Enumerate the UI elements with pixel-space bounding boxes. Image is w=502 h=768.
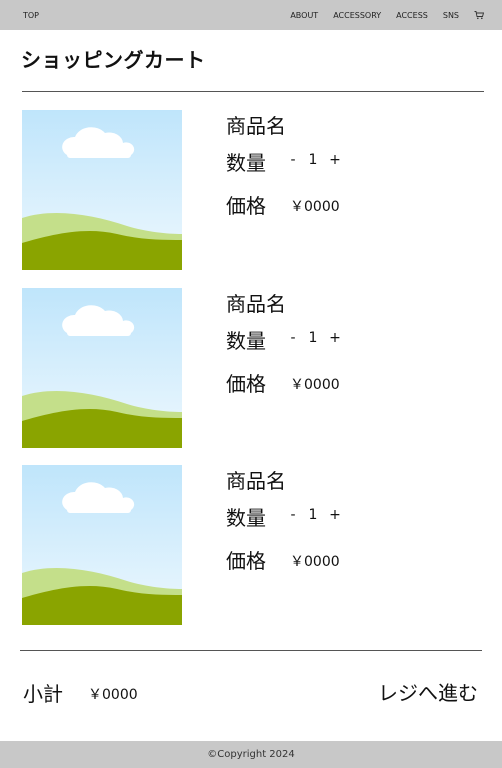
- quantity-label: 数量: [226, 329, 266, 353]
- price-label: 価格: [226, 372, 266, 396]
- subtotal-value: ￥0000: [88, 687, 138, 703]
- site-footer: ©Copyright 2024: [0, 741, 502, 768]
- copyright-text: ©Copyright 2024: [207, 749, 295, 760]
- quantity-value: 1: [308, 152, 318, 168]
- cart-item: 商品名 数量 - 1 + 価格 ￥0000: [22, 288, 482, 448]
- cart-item: 商品名 数量 - 1 + 価格 ￥0000: [22, 465, 482, 625]
- nav-about-link[interactable]: ABOUT: [290, 11, 318, 20]
- price-label: 価格: [226, 194, 266, 218]
- quantity-decrease-button[interactable]: -: [288, 330, 298, 346]
- product-image: [22, 465, 182, 625]
- quantity-value: 1: [308, 507, 318, 523]
- price-value: ￥0000: [290, 199, 340, 215]
- product-name: 商品名: [226, 292, 286, 316]
- page-title: ショッピングカート: [21, 48, 206, 72]
- subtotal-label: 小計: [23, 682, 63, 706]
- quantity-label: 数量: [226, 151, 266, 175]
- quantity-decrease-button[interactable]: -: [288, 152, 298, 168]
- quantity-increase-button[interactable]: +: [329, 507, 341, 523]
- product-image: [22, 110, 182, 270]
- quantity-increase-button[interactable]: +: [329, 330, 341, 346]
- site-header: TOP ABOUT ACCESSORY ACCESS SNS: [0, 0, 502, 30]
- divider: [22, 91, 484, 92]
- nav-accessory-link[interactable]: ACCESSORY: [333, 11, 381, 20]
- product-name: 商品名: [226, 469, 286, 493]
- quantity-decrease-button[interactable]: -: [288, 507, 298, 523]
- divider: [20, 650, 482, 651]
- cart-item: 商品名 数量 - 1 + 価格 ￥0000: [22, 110, 482, 270]
- nav-sns-link[interactable]: SNS: [443, 11, 459, 20]
- quantity-value: 1: [308, 330, 318, 346]
- cart-icon[interactable]: [474, 10, 485, 20]
- main-nav: ABOUT ACCESSORY ACCESS SNS: [290, 10, 485, 20]
- product-name: 商品名: [226, 114, 286, 138]
- price-value: ￥0000: [290, 377, 340, 393]
- price-value: ￥0000: [290, 554, 340, 570]
- price-label: 価格: [226, 549, 266, 573]
- quantity-label: 数量: [226, 506, 266, 530]
- quantity-increase-button[interactable]: +: [329, 152, 341, 168]
- product-image: [22, 288, 182, 448]
- checkout-button[interactable]: レジへ進む: [378, 677, 478, 706]
- nav-top-link[interactable]: TOP: [23, 11, 39, 20]
- nav-access-link[interactable]: ACCESS: [396, 11, 428, 20]
